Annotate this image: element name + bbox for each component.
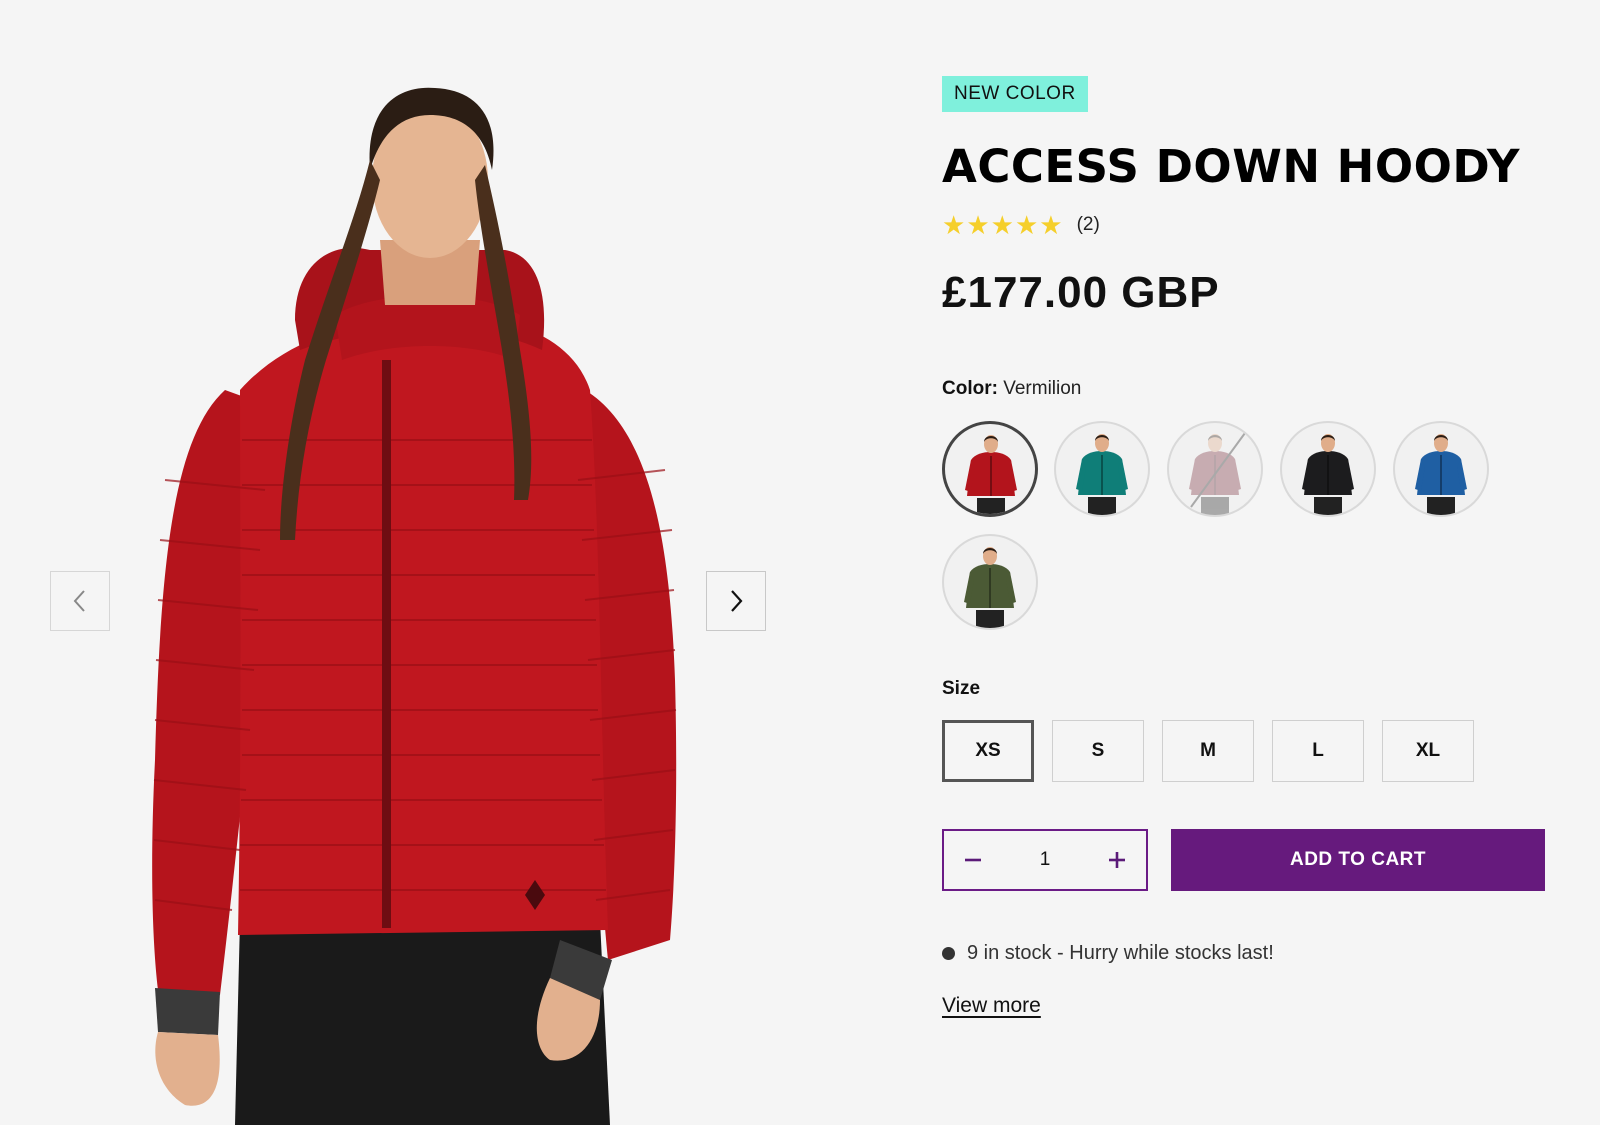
swatch-olive[interactable] — [942, 534, 1038, 630]
swatch-black[interactable] — [1280, 421, 1376, 517]
quantity-decrease-button[interactable] — [958, 845, 988, 875]
swatch-thumbnail — [1189, 432, 1246, 515]
product-gallery — [0, 0, 860, 1125]
stock-indicator-dot — [942, 947, 955, 960]
quantity-value[interactable]: 1 — [1040, 849, 1051, 871]
gallery-prev-button[interactable] — [50, 571, 110, 631]
star-icon: ★ — [1039, 210, 1063, 240]
chevron-left-icon — [73, 590, 85, 612]
new-color-badge: NEW COLOR — [942, 76, 1088, 112]
product-rating[interactable]: ★ ★ ★ ★ ★ (2) — [942, 212, 1100, 238]
product-page: NEW COLOR ACCESS DOWN HOODY ★ ★ ★ ★ ★ (2… — [0, 0, 1600, 1125]
review-count[interactable]: (2) — [1077, 214, 1100, 236]
color-label-title: Color: — [942, 378, 998, 399]
view-more-link[interactable]: View more — [942, 994, 1041, 1018]
size-option-m[interactable]: M — [1162, 720, 1254, 782]
size-label: Size — [942, 678, 981, 699]
star-icon: ★ — [942, 210, 966, 240]
rating-stars: ★ ★ ★ ★ ★ — [942, 212, 1063, 238]
swatch-thumbnail — [965, 435, 1017, 514]
swatch-blue[interactable] — [1393, 421, 1489, 517]
swatch-thumbnail — [1076, 434, 1128, 515]
add-to-cart-button[interactable]: ADD TO CART — [1171, 829, 1545, 891]
quantity-stepper: 1 — [942, 829, 1148, 891]
minus-icon — [965, 858, 981, 862]
color-label: Color: Vermilion — [942, 378, 1081, 400]
swatch-vermilion[interactable] — [942, 421, 1038, 517]
swatch-thumbnail — [1302, 434, 1354, 515]
stock-message: 9 in stock - Hurry while stocks last! — [967, 942, 1274, 964]
swatch-burgundy-unavailable[interactable] — [1167, 421, 1263, 517]
gallery-next-button[interactable] — [706, 571, 766, 631]
star-icon: ★ — [990, 210, 1014, 240]
product-title: ACCESS DOWN HOODY — [942, 140, 1520, 193]
swatch-teal[interactable] — [1054, 421, 1150, 517]
size-option-l[interactable]: L — [1272, 720, 1364, 782]
selected-color-name: Vermilion — [1003, 378, 1082, 399]
quantity-increase-button[interactable] — [1102, 845, 1132, 875]
size-option-s[interactable]: S — [1052, 720, 1144, 782]
star-icon: ★ — [1014, 210, 1039, 240]
plus-icon — [1108, 852, 1125, 868]
swatch-thumbnail — [964, 547, 1016, 628]
star-icon: ★ — [966, 210, 990, 240]
size-option-xs[interactable]: XS — [942, 720, 1034, 782]
size-option-xl[interactable]: XL — [1382, 720, 1474, 782]
product-price: £177.00 GBP — [942, 268, 1220, 317]
product-image — [152, 87, 677, 1125]
chevron-right-icon — [731, 590, 743, 612]
swatch-thumbnail — [1415, 434, 1467, 515]
stock-status: 9 in stock - Hurry while stocks last! — [942, 942, 1274, 965]
